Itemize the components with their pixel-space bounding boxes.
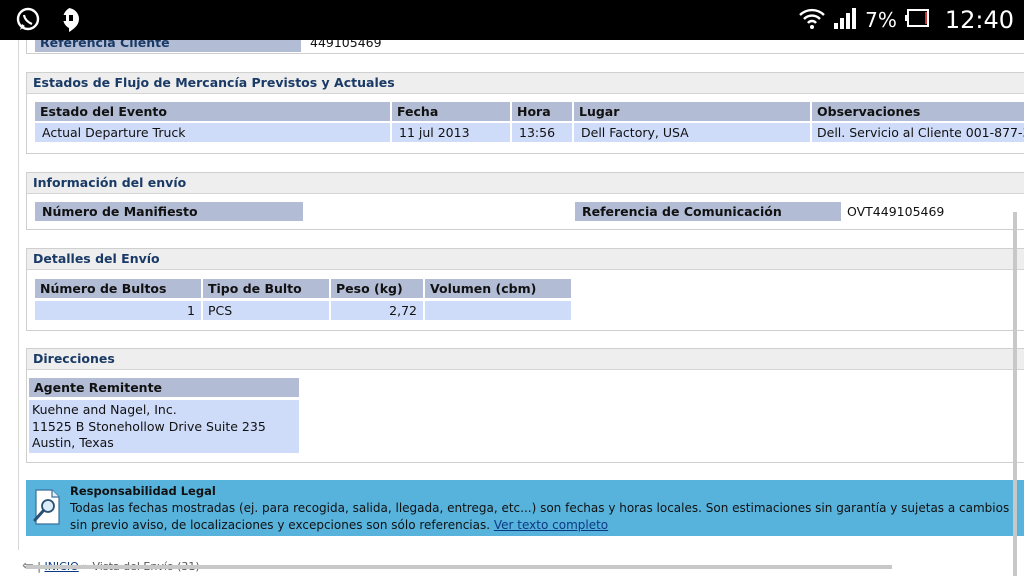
hangouts-icon [54, 6, 82, 38]
full-text-link[interactable]: Ver texto completo [494, 518, 608, 532]
sender-agent-address: Kuehne and Nagel, Inc. 11525 B Stoneholl… [29, 400, 299, 453]
status-bar: 7% 12:40 [0, 0, 1024, 40]
sender-address-line: Kuehne and Nagel, Inc. [32, 402, 177, 417]
sender-address-line: Austin, Texas [32, 435, 114, 450]
event-status-cell: Actual Departure Truck [35, 123, 390, 142]
col-observations: Observaciones [812, 102, 1024, 121]
event-date-cell: 11 jul 2013 [392, 123, 510, 142]
weight-cell: 2,72 [331, 301, 423, 320]
flow-states-title: Estados de Flujo de Mercancía Previstos … [27, 73, 1024, 94]
legal-notice-title: Responsabilidad Legal [70, 484, 216, 498]
col-package-type: Tipo de Bulto [203, 279, 329, 298]
package-type-cell: PCS [203, 301, 329, 320]
page-content: Referencia Cliente 449105469 Estados de … [0, 40, 1024, 576]
volume-cell [425, 301, 571, 320]
wifi-icon [799, 7, 825, 34]
whatsapp-icon [14, 6, 42, 38]
client-reference-value: 449105469 [310, 40, 382, 50]
col-place: Lugar [574, 102, 810, 121]
flow-states-section: Estados de Flujo de Mercancía Previstos … [26, 72, 1024, 154]
legal-notice: Responsabilidad Legal Todas las fechas m… [26, 480, 1024, 536]
addresses-section: Direcciones Agente Remitente Kuehne and … [26, 348, 1024, 463]
col-weight: Peso (kg) [331, 279, 423, 298]
document-search-icon [32, 488, 62, 526]
shipment-details-title: Detalles del Envío [27, 249, 1024, 270]
shipment-info-title: Información del envío [27, 173, 1024, 194]
vertical-scrollbar[interactable] [1013, 212, 1017, 576]
comm-reference-value: OVT449105469 [847, 204, 945, 219]
client-reference-label: Referencia Cliente [35, 40, 301, 52]
signal-icon [833, 7, 857, 34]
col-event-status: Estado del Evento [35, 102, 390, 121]
horizontal-scrollbar[interactable] [26, 565, 892, 569]
manifest-number-label: Número de Manifiesto [35, 202, 303, 221]
page-left-border [18, 40, 19, 550]
sender-agent-label: Agente Remitente [29, 378, 299, 397]
addresses-title: Direcciones [27, 349, 1024, 370]
col-date: Fecha [392, 102, 510, 121]
event-time-cell: 13:56 [512, 123, 572, 142]
col-packages-count: Número de Bultos [35, 279, 201, 298]
legal-notice-body: Todas las fechas mostradas (ej. para rec… [70, 500, 1024, 534]
packages-count-cell: 1 [35, 301, 201, 320]
shipment-info-section: Información del envío Número de Manifies… [26, 172, 1024, 230]
shipment-details-section: Detalles del Envío Número de Bultos Tipo… [26, 248, 1024, 331]
comm-reference-label: Referencia de Comunicación [575, 202, 841, 221]
col-volume: Volumen (cbm) [425, 279, 571, 298]
battery-icon [904, 8, 929, 32]
clock: 12:40 [944, 6, 1014, 34]
event-observations-cell: Dell. Servicio al Cliente 001-877-384 [812, 123, 1024, 142]
event-place-cell: Dell Factory, USA [574, 123, 810, 142]
battery-text: 7% [865, 8, 897, 32]
sender-address-line: 11525 B Stonehollow Drive Suite 235 [32, 418, 266, 434]
col-time: Hora [512, 102, 572, 121]
manifest-number-value [307, 202, 507, 221]
reference-section-partial: Referencia Cliente 449105469 [26, 40, 1024, 54]
